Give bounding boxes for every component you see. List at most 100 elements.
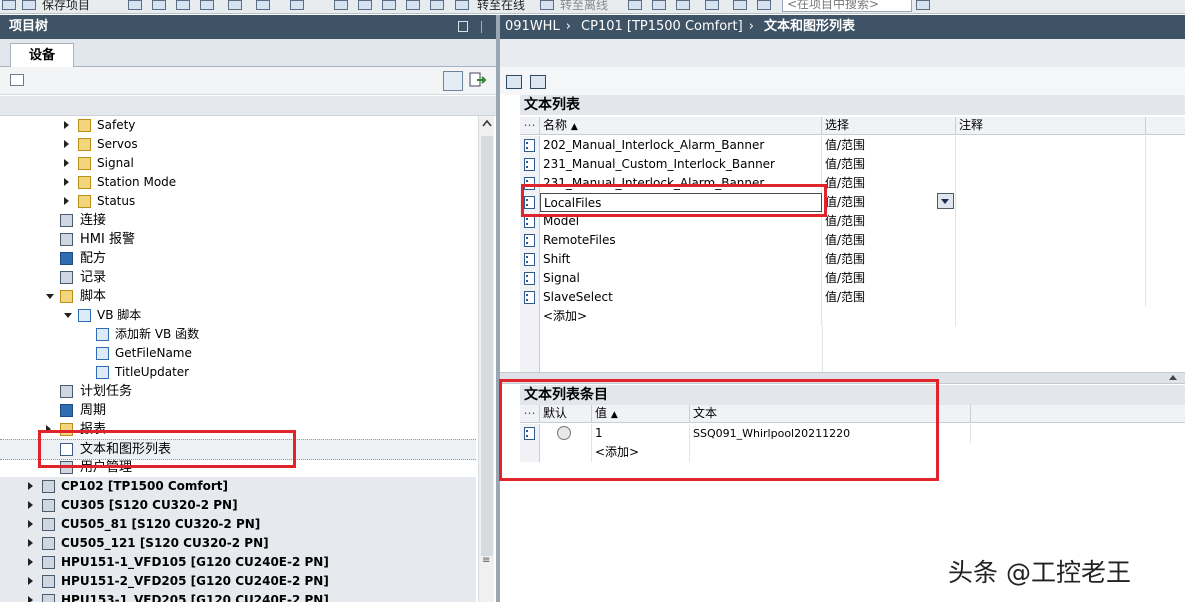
- panel-divider[interactable]: [496, 15, 500, 602]
- tree-item[interactable]: 周期: [0, 401, 476, 420]
- accessible-devices-icon[interactable]: [628, 0, 642, 10]
- project-search-input[interactable]: <在项目中搜索>: [782, 0, 912, 12]
- tree-item[interactable]: Servos: [0, 135, 476, 154]
- text-list-comment[interactable]: [956, 231, 1146, 250]
- collapse-up-icon[interactable]: [1169, 375, 1177, 380]
- paste-icon[interactable]: [200, 0, 214, 10]
- text-list-comment[interactable]: [956, 174, 1146, 193]
- text-list-selection[interactable]: 值/范围: [822, 288, 956, 307]
- text-list-selection[interactable]: 值/范围: [822, 231, 956, 250]
- text-list-name[interactable]: RemoteFiles: [540, 231, 822, 250]
- tree-item[interactable]: GetFileName: [0, 344, 476, 363]
- delete-icon[interactable]: [228, 0, 242, 10]
- text-list-name[interactable]: Shift: [540, 250, 822, 269]
- tab-devices[interactable]: 设备: [10, 43, 74, 68]
- copy-icon[interactable]: [176, 0, 190, 10]
- expand-arrow-icon[interactable]: [64, 178, 69, 186]
- search-go-icon[interactable]: [916, 0, 930, 10]
- undo-icon[interactable]: [256, 0, 270, 10]
- collapse-arrow-icon[interactable]: [64, 313, 72, 318]
- text-list-row[interactable]: RemoteFiles 值/范围: [520, 231, 1185, 250]
- row-selector[interactable]: [520, 231, 540, 250]
- text-list-selection[interactable]: 值/范围: [822, 136, 956, 155]
- cross-reference-icon[interactable]: [652, 0, 666, 10]
- text-list-selection[interactable]: 值/范围: [822, 193, 956, 212]
- add-text-list-cell[interactable]: <添加>: [540, 307, 822, 326]
- device-item[interactable]: CP102 [TP1500 Comfort]: [0, 477, 476, 497]
- tree-options-icon[interactable]: [10, 74, 24, 86]
- collapse-arrow-icon[interactable]: [46, 294, 54, 299]
- expand-arrow-icon[interactable]: [28, 501, 33, 509]
- overview-view-icon[interactable]: [443, 71, 463, 91]
- go-online-icon[interactable]: [455, 0, 469, 10]
- row-selector[interactable]: [520, 269, 540, 288]
- new-project-icon[interactable]: [2, 0, 16, 10]
- device-item[interactable]: HPU151-1_VFD105 [G120 CU240E-2 PN]: [0, 553, 476, 573]
- scrollbar-grip-icon[interactable]: ≡: [482, 556, 492, 566]
- tree-item[interactable]: HMI 报警: [0, 230, 476, 249]
- import-icon[interactable]: [530, 75, 546, 89]
- device-item[interactable]: HPU153-1_VFD205 [G120 CU240E-2 PN]: [0, 591, 476, 602]
- expand-arrow-icon[interactable]: [28, 577, 33, 585]
- text-list-row[interactable]: SlaveSelect 值/范围: [520, 288, 1185, 307]
- text-list-comment[interactable]: [956, 155, 1146, 174]
- scrollbar-thumb[interactable]: [481, 136, 493, 556]
- tree-item[interactable]: 添加新 VB 函数: [0, 325, 476, 344]
- selection-dropdown-button[interactable]: [937, 193, 954, 209]
- tree-item[interactable]: Safety: [0, 116, 476, 135]
- text-list-selection[interactable]: 值/范围: [822, 250, 956, 269]
- text-list-comment[interactable]: [956, 212, 1146, 231]
- row-selector[interactable]: [520, 155, 540, 174]
- expand-arrow-icon[interactable]: [28, 482, 33, 490]
- device-item[interactable]: CU505_81 [S120 CU320-2 PN]: [0, 515, 476, 535]
- text-list-selection[interactable]: 值/范围: [822, 212, 956, 231]
- add-text-list-row[interactable]: <添加>: [520, 307, 1185, 326]
- tree-item[interactable]: TitleUpdater: [0, 363, 476, 382]
- close-icon[interactable]: [705, 0, 719, 10]
- tree-item[interactable]: Status: [0, 192, 476, 211]
- upload-icon[interactable]: [382, 0, 396, 10]
- text-list-name[interactable]: 231_Manual_Custom_Interlock_Banner: [540, 155, 822, 174]
- compile-icon[interactable]: [334, 0, 348, 10]
- scroll-up-icon[interactable]: [481, 118, 493, 130]
- device-item[interactable]: HPU151-2_VFD205 [G120 CU240E-2 PN]: [0, 572, 476, 592]
- text-list-name[interactable]: Signal: [540, 269, 822, 288]
- text-list-selection[interactable]: 值/范围: [822, 174, 956, 193]
- tree-item[interactable]: 脚本: [0, 287, 476, 306]
- breadcrumb-item-device[interactable]: CP101 [TP1500 Comfort]: [581, 19, 743, 34]
- export-icon[interactable]: [506, 75, 522, 89]
- redo-icon[interactable]: [290, 0, 304, 10]
- go-online-button[interactable]: 转至在线: [477, 0, 525, 12]
- tree-item[interactable]: 配方: [0, 249, 476, 268]
- text-list-name[interactable]: SlaveSelect: [540, 288, 822, 307]
- start-icon[interactable]: [430, 0, 444, 10]
- breadcrumb-item-project[interactable]: 091WHL: [505, 19, 560, 34]
- column-header-name[interactable]: 名称 ▲: [540, 117, 822, 134]
- text-list-name[interactable]: 202_Manual_Interlock_Alarm_Banner: [540, 136, 822, 155]
- go-offline-icon[interactable]: [540, 0, 554, 10]
- expand-arrow-icon[interactable]: [64, 140, 69, 148]
- text-list-comment[interactable]: [956, 136, 1146, 155]
- go-offline-button[interactable]: 转至离线: [560, 0, 608, 12]
- text-list-comment[interactable]: [956, 269, 1146, 288]
- row-selector[interactable]: [520, 136, 540, 155]
- tree-item[interactable]: 连接: [0, 211, 476, 230]
- tree-scrollbar[interactable]: ≡: [478, 116, 494, 602]
- column-header-comment[interactable]: 注释: [956, 117, 1146, 134]
- save-project-button[interactable]: 保存项目: [42, 0, 90, 12]
- refresh-view-icon[interactable]: [469, 71, 487, 89]
- text-list-row[interactable]: 202_Manual_Interlock_Alarm_Banner 值/范围: [520, 136, 1185, 155]
- download-icon[interactable]: [358, 0, 372, 10]
- row-selector[interactable]: [520, 288, 540, 307]
- text-list-row[interactable]: 231_Manual_Custom_Interlock_Banner 值/范围: [520, 155, 1185, 174]
- tree-item[interactable]: 记录: [0, 268, 476, 287]
- text-list-selection[interactable]: 值/范围: [822, 155, 956, 174]
- row-selector[interactable]: [520, 250, 540, 269]
- tree-item[interactable]: Signal: [0, 154, 476, 173]
- expand-arrow-icon[interactable]: [64, 159, 69, 167]
- text-list-row[interactable]: Signal 值/范围: [520, 269, 1185, 288]
- diagnostics-icon[interactable]: [676, 0, 690, 10]
- tree-item[interactable]: Station Mode: [0, 173, 476, 192]
- simulation-icon[interactable]: [406, 0, 420, 10]
- text-list-row[interactable]: Shift 值/范围: [520, 250, 1185, 269]
